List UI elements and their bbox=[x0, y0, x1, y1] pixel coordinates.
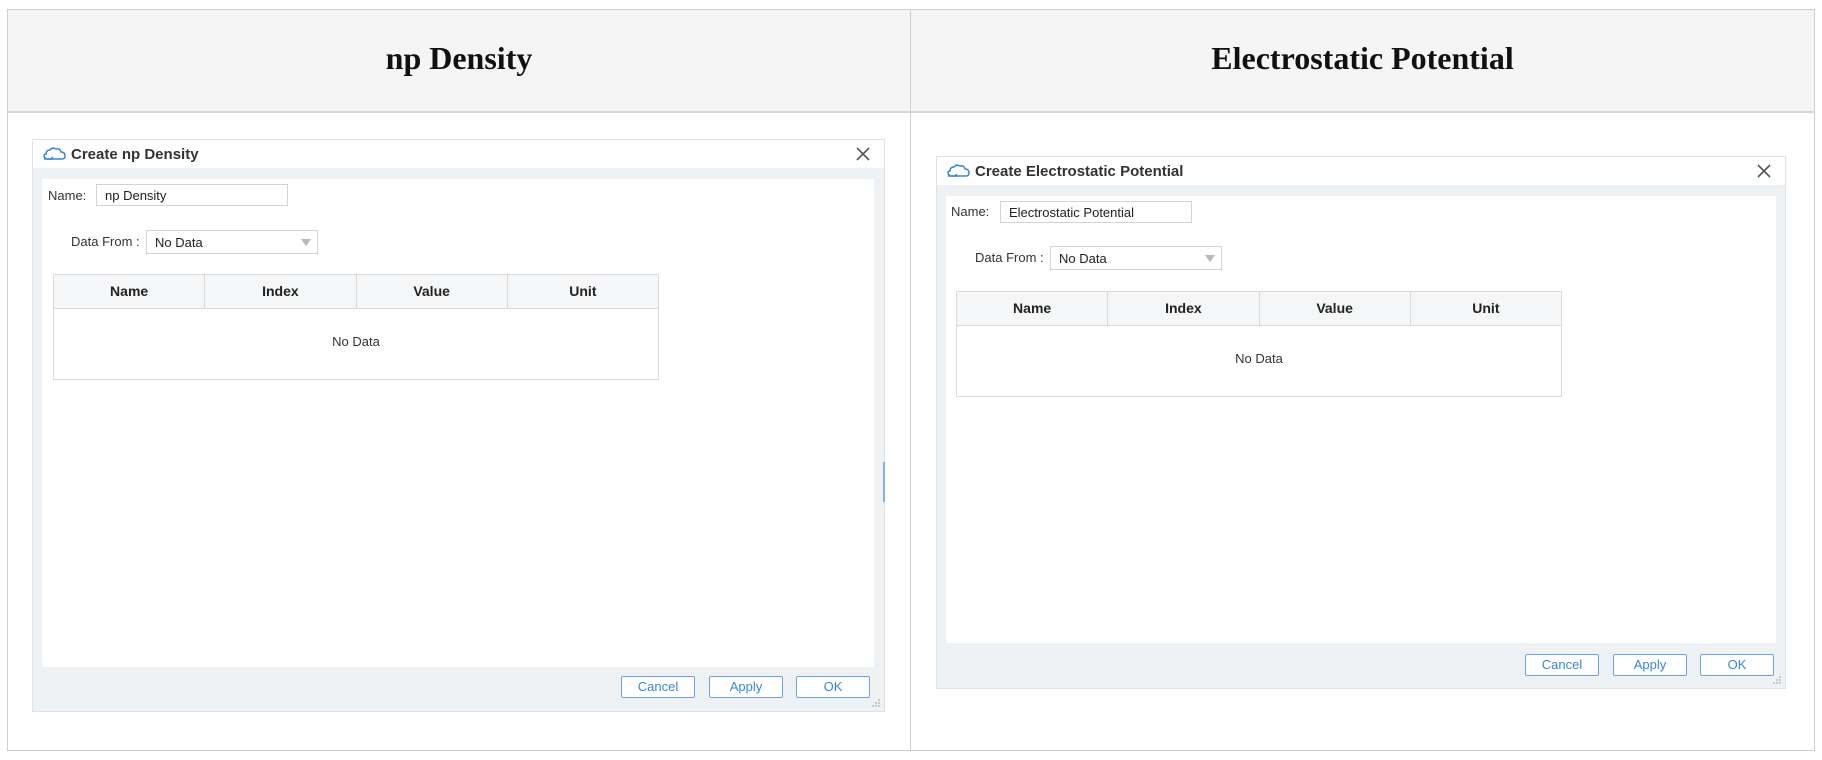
column-title-np-density: np Density bbox=[385, 40, 533, 76]
resize-grip-icon[interactable] bbox=[871, 698, 881, 708]
data-from-select[interactable]: No Data bbox=[146, 230, 318, 254]
data-from-label: Data From : bbox=[975, 250, 1044, 265]
column-header-name[interactable]: Name bbox=[54, 275, 206, 308]
dialog-body: Name: Data From : No Data Name Index Val… bbox=[42, 179, 874, 667]
data-from-select[interactable]: No Data bbox=[1050, 246, 1222, 270]
name-input[interactable] bbox=[1000, 201, 1192, 223]
data-from-label: Data From : bbox=[71, 234, 140, 249]
table-header-row: Name Index Value Unit bbox=[54, 275, 658, 309]
name-input[interactable] bbox=[96, 184, 288, 206]
column-header-value[interactable]: Value bbox=[1260, 292, 1411, 325]
data-from-value: No Data bbox=[1059, 251, 1107, 266]
dialog-body: Name: Data From : No Data Name Index Val… bbox=[946, 196, 1776, 643]
cancel-button[interactable]: Cancel bbox=[1525, 654, 1599, 676]
table-empty-text: No Data bbox=[332, 334, 380, 349]
name-label: Name: bbox=[48, 188, 87, 203]
resize-grip-icon[interactable] bbox=[1772, 675, 1782, 685]
cancel-button[interactable]: Cancel bbox=[621, 676, 695, 698]
column-header-name[interactable]: Name bbox=[957, 292, 1109, 325]
table-header-row: Name Index Value Unit bbox=[957, 292, 1561, 326]
dialog-titlebar[interactable]: Create np Density bbox=[33, 140, 884, 168]
column-title-electrostatic-potential: Electrostatic Potential bbox=[1211, 40, 1514, 76]
ok-button[interactable]: OK bbox=[1700, 654, 1774, 676]
chevron-down-icon bbox=[1205, 255, 1215, 262]
ok-button[interactable]: OK bbox=[796, 676, 870, 698]
create-np-density-dialog: Create np Density Name: Data From : No D… bbox=[32, 139, 885, 712]
chevron-down-icon bbox=[301, 239, 311, 246]
create-electrostatic-potential-dialog: Create Electrostatic Potential Name: Dat… bbox=[936, 156, 1786, 689]
close-icon[interactable] bbox=[854, 145, 872, 163]
cloud-hand-icon bbox=[43, 147, 66, 160]
column-header-unit[interactable]: Unit bbox=[508, 275, 658, 308]
apply-button[interactable]: Apply bbox=[709, 676, 783, 698]
column-header-unit[interactable]: Unit bbox=[1411, 292, 1561, 325]
column-divider bbox=[910, 9, 911, 751]
data-table: Name Index Value Unit No Data bbox=[956, 291, 1562, 397]
close-icon[interactable] bbox=[1755, 162, 1773, 180]
cloud-hand-icon bbox=[947, 164, 970, 177]
apply-button[interactable]: Apply bbox=[1613, 654, 1687, 676]
column-header-value[interactable]: Value bbox=[357, 275, 508, 308]
data-from-value: No Data bbox=[155, 235, 203, 250]
dialog-title: Create np Density bbox=[71, 146, 199, 163]
column-header-index[interactable]: Index bbox=[1108, 292, 1260, 325]
name-label: Name: bbox=[951, 204, 990, 219]
dialog-title: Create Electrostatic Potential bbox=[975, 163, 1184, 180]
column-header-index[interactable]: Index bbox=[205, 275, 357, 308]
splitter-handle[interactable] bbox=[883, 462, 885, 502]
data-table: Name Index Value Unit No Data bbox=[53, 274, 659, 380]
dialog-titlebar[interactable]: Create Electrostatic Potential bbox=[937, 157, 1785, 185]
table-empty-text: No Data bbox=[1235, 351, 1283, 366]
